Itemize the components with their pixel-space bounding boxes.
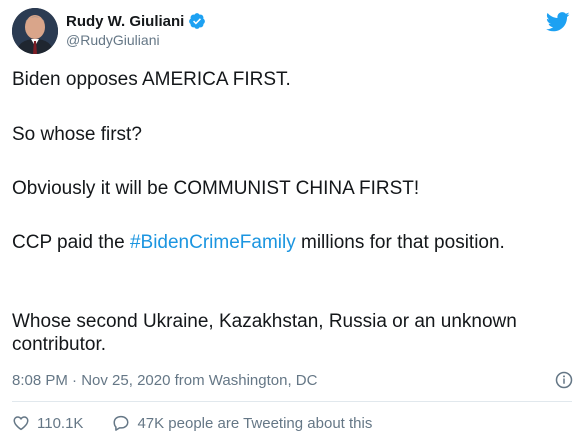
tweet-text-segment: millions for that position. bbox=[295, 232, 505, 253]
tweet-actions: 110.1K 47K people are Tweeting about thi… bbox=[12, 414, 372, 432]
meta-separator: · bbox=[72, 372, 78, 389]
tweet-card: Rudy W. Giuliani @RudyGiuliani Biden opp… bbox=[0, 0, 584, 436]
avatar[interactable] bbox=[12, 8, 58, 54]
tweet-line: Whose second Ukraine, Kazakhstan, Russia… bbox=[12, 311, 517, 355]
tweet-date[interactable]: Nov 25, 2020 bbox=[81, 372, 170, 389]
tweet-time[interactable]: 8:08 PM bbox=[12, 372, 68, 389]
conversation-text: 47K people are Tweeting about this bbox=[137, 414, 373, 432]
tweet-line: So whose first? bbox=[12, 124, 142, 145]
twitter-bird-icon[interactable] bbox=[546, 12, 570, 32]
author-name-row: Rudy W. Giuliani bbox=[66, 12, 206, 30]
divider bbox=[12, 401, 572, 402]
tweet-text-segment: CCP paid the bbox=[12, 232, 130, 253]
tweet-source[interactable]: from Washington, DC bbox=[175, 372, 318, 389]
speech-bubble-icon bbox=[113, 415, 129, 431]
verified-badge-icon bbox=[189, 13, 206, 29]
tweet-line: Obviously it will be COMMUNIST CHINA FIR… bbox=[12, 178, 420, 199]
tweet-line: Biden opposes AMERICA FIRST. bbox=[12, 69, 291, 90]
avatar-photo bbox=[12, 8, 58, 54]
tweet-metadata: 8:08 PM · Nov 25, 2020 from Washington, … bbox=[12, 372, 317, 389]
tweet-line: CCP paid the #BidenCrimeFamily millions … bbox=[12, 231, 542, 254]
author-name[interactable]: Rudy W. Giuliani bbox=[66, 13, 184, 30]
conversation-link[interactable]: 47K people are Tweeting about this bbox=[112, 414, 372, 432]
info-icon[interactable] bbox=[555, 371, 573, 389]
author-handle[interactable]: @RudyGiuliani bbox=[66, 32, 160, 48]
like-button[interactable]: 110.1K bbox=[12, 414, 83, 432]
heart-icon bbox=[13, 416, 29, 431]
hashtag-link[interactable]: #BidenCrimeFamily bbox=[130, 232, 296, 253]
like-count: 110.1K bbox=[37, 414, 84, 432]
